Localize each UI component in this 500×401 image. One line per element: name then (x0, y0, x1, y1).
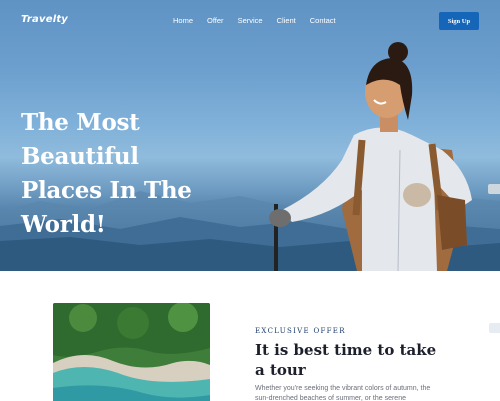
hiker-photo (269, 42, 472, 271)
cart-icon[interactable] (489, 323, 500, 333)
hero-title-line: Places In The (21, 177, 192, 204)
offer-title: It is best time to take a tour (255, 341, 437, 379)
brand-logo[interactable]: Travelty (21, 14, 68, 25)
hero-section: Travelty Home Offer Service Client Conta… (0, 0, 500, 271)
hero-title: The Most Beautiful Places In The World! (21, 106, 251, 242)
nav-links: Home Offer Service Client Contact (173, 16, 350, 25)
nav-service[interactable]: Service (238, 16, 263, 25)
nav-home[interactable]: Home (173, 16, 193, 25)
nav-contact[interactable]: Contact (310, 16, 336, 25)
signup-button[interactable]: Sign Up (439, 12, 479, 30)
nav-offer[interactable]: Offer (207, 16, 224, 25)
beach-aerial-photo (53, 303, 210, 401)
hero-title-line: World! (21, 211, 106, 238)
hero-title-line: The Most Beautiful (21, 109, 140, 170)
offer-description: Whether you're seeking the vibrant color… (255, 385, 431, 401)
nav-client[interactable]: Client (277, 16, 296, 25)
offer-eyebrow: EXCLUSIVE OFFER (255, 327, 346, 335)
top-navbar: Travelty Home Offer Service Client Conta… (0, 0, 500, 42)
chat-icon[interactable] (488, 184, 500, 194)
